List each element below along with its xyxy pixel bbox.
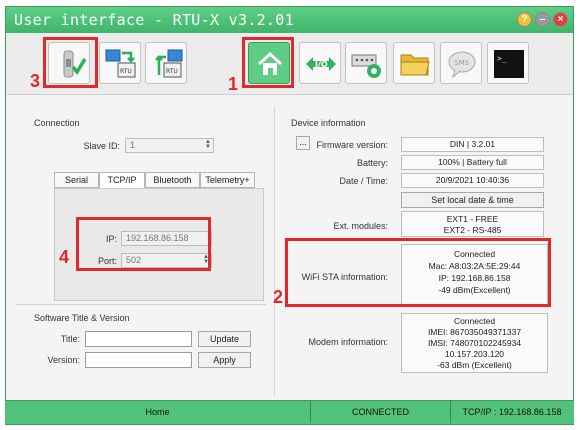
tab-bluetooth-label: Bluetooth	[153, 175, 192, 185]
title-label: Title:	[60, 334, 80, 344]
ext1-text: EXT1 - FREE	[446, 214, 499, 224]
terminal-prompt: >_	[497, 54, 507, 63]
sms-icon: SMS	[448, 51, 476, 79]
ext-modules-label: Ext. modules:	[333, 221, 388, 231]
device-info-title: Device information	[291, 118, 366, 128]
modem-signal-text: -63 dBm (Excellent)	[437, 360, 512, 370]
slave-id-field[interactable]: 1 ▲ ▼	[125, 138, 214, 153]
tab-tcpip-label: TCP/IP	[107, 175, 137, 185]
upload-to-rtu-icon: RTU	[105, 49, 136, 78]
datetime-text: 20/9/2021 10:40:36	[435, 175, 510, 185]
annotation-number-2: 2	[273, 287, 284, 307]
status-connection: CONNECTED	[351, 407, 409, 417]
svg-text:RTU: RTU	[120, 68, 132, 75]
annotation-number-3: 3	[30, 71, 41, 91]
tab-tcpip[interactable]: TCP/IP	[99, 172, 145, 188]
sms-button[interactable]: SMS	[440, 42, 482, 84]
tab-bluetooth[interactable]: Bluetooth	[145, 172, 200, 188]
serial-config-icon	[351, 54, 381, 78]
ext2-text: EXT2 - RS-485	[443, 225, 502, 235]
firmware-value: DIN | 3.2.01	[401, 137, 544, 152]
modem-ip-text: 10.157.203.120	[444, 349, 505, 359]
status-interface: TCP/IP : 192.168.86.158	[462, 407, 562, 417]
apply-button[interactable]: Apply	[198, 352, 251, 368]
modem-status-text: Connected	[453, 316, 496, 326]
slave-id-label: Slave ID:	[83, 141, 120, 151]
title-input[interactable]	[85, 331, 192, 347]
firmware-label: Firmware version:	[316, 140, 388, 150]
version-input[interactable]	[85, 352, 192, 368]
firmware-text: DIN | 3.2.01	[449, 139, 496, 149]
connection-title: Connection	[34, 118, 80, 128]
annotation-number-1: 1	[228, 74, 239, 94]
panel-divider	[274, 106, 275, 396]
modem-info-value: Connected IMEI: 867035049371337 IMSI: 74…	[401, 313, 548, 373]
update-label: Update	[209, 334, 240, 344]
annotation-number-4: 4	[59, 247, 70, 267]
annotation-box-1	[242, 37, 294, 88]
ext-modules-value: EXT1 - FREE EXT2 - RS-485	[401, 211, 544, 237]
window-title: User interface - RTU-X v3.2.01	[14, 11, 294, 29]
download-from-rtu-icon: RTU	[155, 49, 183, 78]
tab-serial-label: Serial	[64, 175, 88, 185]
open-folder-button[interactable]	[393, 42, 435, 84]
version-label: Version:	[47, 355, 80, 365]
datetime-label: Date / Time:	[339, 176, 388, 186]
status-bar: Home CONNECTED TCP/IP : 192.168.86.158	[5, 400, 574, 424]
status-page: Home	[145, 407, 170, 417]
modem-imsi-text: IMSI: 748070102245934	[427, 338, 522, 348]
svg-text:RTU: RTU	[166, 68, 178, 75]
download-from-rtu-button[interactable]: RTU	[145, 42, 187, 84]
modem-info-label: Modem information:	[308, 337, 388, 347]
terminal-icon: >_	[494, 50, 524, 78]
io-text: I/O	[315, 60, 328, 69]
slave-id-spin-icon[interactable]: ▲ ▼	[204, 139, 212, 151]
modem-imei-text: IMEI: 867035049371337	[427, 327, 522, 337]
close-button[interactable]: ×	[553, 12, 568, 27]
battery-value: 100% | Battery full	[401, 155, 544, 170]
io-button[interactable]: I/O	[299, 42, 341, 84]
serial-config-button[interactable]	[345, 42, 387, 84]
slave-id-value: 1	[130, 140, 136, 150]
terminal-button[interactable]: >_	[487, 42, 529, 84]
tab-telemetry[interactable]: Telemetry+	[200, 172, 255, 188]
set-date-label: Set local date & time	[431, 195, 514, 205]
title-bar: User interface - RTU-X v3.2.01 ? – ×	[6, 7, 573, 33]
io-arrows-icon: I/O	[306, 57, 336, 71]
apply-label: Apply	[213, 355, 236, 365]
software-title: Software Title & Version	[34, 313, 130, 323]
minimize-button[interactable]: –	[535, 12, 550, 27]
battery-label: Battery:	[356, 158, 388, 168]
upload-to-rtu-button[interactable]: RTU	[99, 42, 141, 84]
tab-serial[interactable]: Serial	[54, 172, 99, 188]
annotation-box-3	[43, 37, 98, 88]
annotation-box-4	[76, 217, 211, 271]
battery-text: 100% | Battery full	[438, 157, 507, 167]
annotation-box-2	[285, 238, 551, 307]
sms-text: SMS	[454, 59, 469, 67]
tab-telemetry-label: Telemetry+	[205, 175, 250, 185]
divider-software	[16, 304, 266, 305]
datetime-value: 20/9/2021 10:40:36	[401, 173, 544, 188]
folder-icon	[400, 54, 430, 76]
help-button[interactable]: ?	[517, 12, 532, 27]
update-button[interactable]: Update	[198, 331, 251, 347]
set-local-date-button[interactable]: Set local date & time	[401, 192, 544, 208]
